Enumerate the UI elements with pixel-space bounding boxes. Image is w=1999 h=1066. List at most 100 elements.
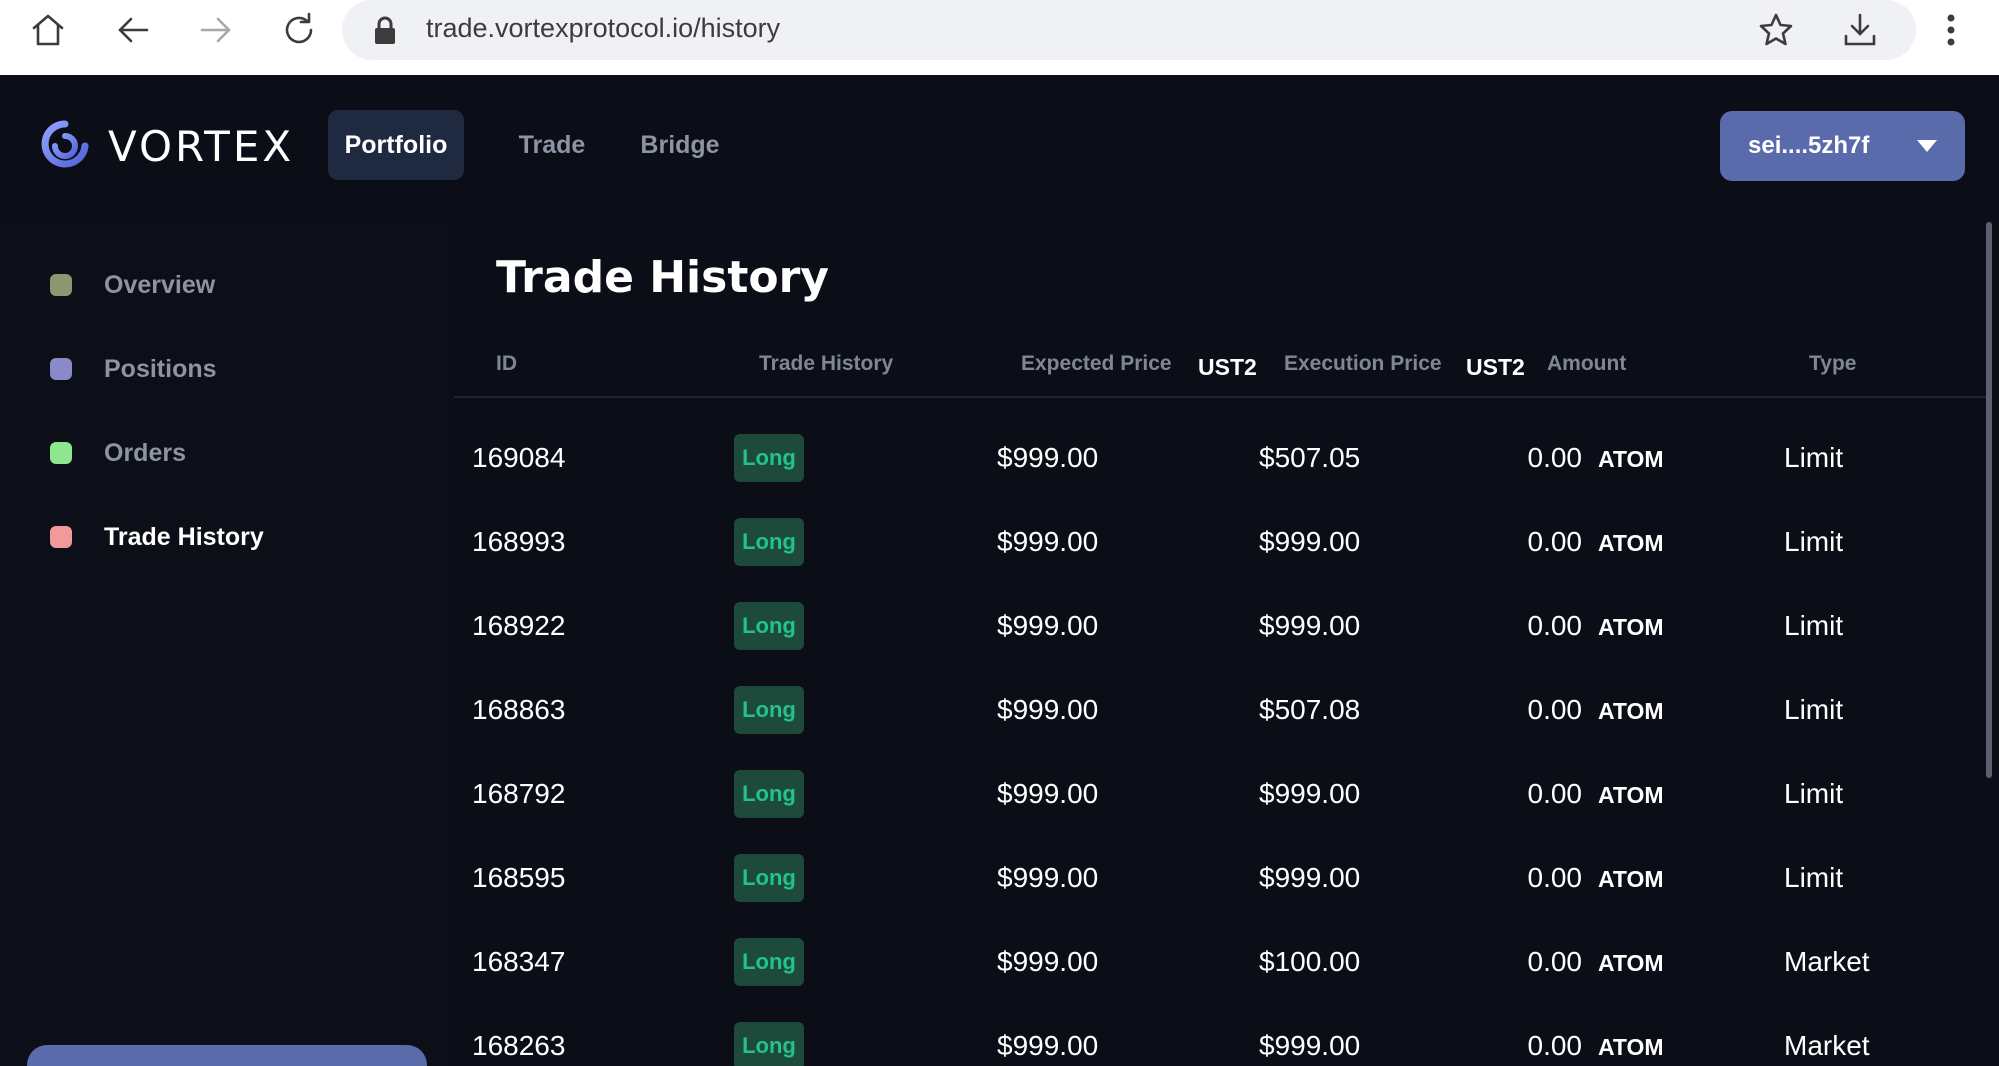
trade-id: 168863 bbox=[472, 694, 566, 725]
expected-price: $999.00 bbox=[997, 778, 1099, 809]
amount-value: 0.00 bbox=[1527, 442, 1583, 473]
order-type: Limit bbox=[1784, 610, 1844, 641]
table-row[interactable]: 168263 Long $999.00 $999.00 0.00 ATOM Market bbox=[454, 1006, 1986, 1066]
side-badge: Long bbox=[734, 518, 804, 566]
table-row[interactable]: 168595 Long $999.00 $999.00 0.00 ATOM Limit bbox=[454, 838, 1986, 922]
trade-id: 169084 bbox=[472, 442, 566, 473]
download-icon[interactable] bbox=[1834, 4, 1886, 56]
execution-price: $999.00 bbox=[1259, 526, 1361, 557]
positions-dot-icon bbox=[50, 358, 72, 380]
expected-price: $999.00 bbox=[997, 946, 1099, 977]
sidebar-item-label: Trade History bbox=[104, 522, 264, 551]
order-type: Limit bbox=[1784, 862, 1844, 893]
column-header-execution-price: Execution Price bbox=[1284, 352, 1442, 375]
sidebar-bottom-button[interactable] bbox=[27, 1045, 427, 1066]
column-header-expected-price: Expected Price bbox=[1021, 352, 1172, 375]
expected-price: $999.00 bbox=[997, 1030, 1099, 1061]
expected-price: $999.00 bbox=[997, 442, 1099, 473]
execution-price: $507.05 bbox=[1259, 442, 1361, 473]
forward-icon[interactable] bbox=[190, 4, 242, 56]
order-type: Limit bbox=[1784, 694, 1844, 725]
order-type: Limit bbox=[1784, 526, 1844, 557]
order-type: Market bbox=[1784, 946, 1870, 977]
amount-unit: ATOM bbox=[1598, 530, 1664, 556]
wallet-address: sei....5zh7f bbox=[1748, 132, 1870, 159]
reload-icon[interactable] bbox=[274, 4, 326, 56]
execution-price: $999.00 bbox=[1259, 778, 1361, 809]
sidebar-item-label: Overview bbox=[104, 270, 216, 299]
side-badge: Long bbox=[734, 938, 804, 986]
amount-unit: ATOM bbox=[1598, 614, 1664, 640]
sidebar-item-trade-history[interactable]: Trade History bbox=[50, 517, 264, 557]
expected-price: $999.00 bbox=[997, 610, 1099, 641]
order-type: Market bbox=[1784, 1030, 1870, 1061]
order-type: Limit bbox=[1784, 778, 1844, 809]
order-type: Limit bbox=[1784, 442, 1844, 473]
expected-price: $999.00 bbox=[997, 694, 1099, 725]
side-badge: Long bbox=[734, 1022, 804, 1066]
wallet-button[interactable]: sei....5zh7f bbox=[1720, 111, 1965, 181]
trade-id: 168922 bbox=[472, 610, 566, 641]
browser-toolbar: trade.vortexprotocol.io/history bbox=[0, 0, 1999, 75]
trade-id: 168792 bbox=[472, 778, 566, 809]
amount-value: 0.00 bbox=[1527, 1030, 1583, 1061]
address-bar[interactable]: trade.vortexprotocol.io/history bbox=[342, 0, 1916, 60]
sidebar-item-label: Positions bbox=[104, 354, 217, 383]
amount-value: 0.00 bbox=[1527, 694, 1583, 725]
amount-value: 0.00 bbox=[1527, 610, 1583, 641]
home-icon[interactable] bbox=[22, 4, 74, 56]
table-row[interactable]: 168863 Long $999.00 $507.08 0.00 ATOM Limit bbox=[454, 670, 1986, 754]
url-text[interactable]: trade.vortexprotocol.io/history bbox=[426, 13, 780, 44]
page-title: Trade History bbox=[496, 252, 829, 303]
amount-unit: ATOM bbox=[1598, 698, 1664, 724]
column-header-execution-unit: UST2 bbox=[1466, 354, 1525, 380]
column-header-amount: Amount bbox=[1547, 352, 1627, 375]
header-divider bbox=[454, 396, 1986, 398]
sidebar-item-overview[interactable]: Overview bbox=[50, 265, 215, 305]
trade-id: 168595 bbox=[472, 862, 566, 893]
column-header-type: Type bbox=[1809, 352, 1857, 375]
side-badge: Long bbox=[734, 770, 804, 818]
table-row[interactable]: 169084 Long $999.00 $507.05 0.00 ATOM Limit bbox=[454, 418, 1986, 502]
execution-price: $999.00 bbox=[1259, 610, 1361, 641]
side-badge: Long bbox=[734, 434, 804, 482]
column-header-trade-history: Trade History bbox=[759, 352, 894, 375]
orders-dot-icon bbox=[50, 442, 72, 464]
table-row[interactable]: 168792 Long $999.00 $999.00 0.00 ATOM Limit bbox=[454, 754, 1986, 838]
tab-bridge[interactable]: Bridge bbox=[630, 110, 730, 180]
trade-id: 168993 bbox=[472, 526, 566, 557]
more-vert-icon[interactable] bbox=[1925, 4, 1977, 56]
sidebar-item-label: Orders bbox=[104, 438, 186, 467]
amount-value: 0.00 bbox=[1527, 778, 1583, 809]
column-header-id: ID bbox=[496, 352, 517, 375]
side-badge: Long bbox=[734, 854, 804, 902]
amount-unit: ATOM bbox=[1598, 866, 1664, 892]
table-row[interactable]: 168347 Long $999.00 $100.00 0.00 ATOM Market bbox=[454, 922, 1986, 1006]
expected-price: $999.00 bbox=[997, 862, 1099, 893]
sidebar-item-orders[interactable]: Orders bbox=[50, 433, 186, 473]
amount-unit: ATOM bbox=[1598, 782, 1664, 808]
execution-price: $507.08 bbox=[1259, 694, 1361, 725]
amount-value: 0.00 bbox=[1527, 862, 1583, 893]
amount-unit: ATOM bbox=[1598, 950, 1664, 976]
scrollbar[interactable] bbox=[1986, 222, 1992, 778]
amount-unit: ATOM bbox=[1598, 446, 1664, 472]
back-icon[interactable] bbox=[107, 4, 159, 56]
star-icon[interactable] bbox=[1750, 4, 1802, 56]
table-row[interactable]: 168922 Long $999.00 $999.00 0.00 ATOM Limit bbox=[454, 586, 1986, 670]
lock-icon bbox=[370, 14, 400, 46]
vortex-logo-icon bbox=[40, 118, 90, 174]
side-badge: Long bbox=[734, 602, 804, 650]
column-header-expected-unit: UST2 bbox=[1198, 354, 1257, 380]
execution-price: $100.00 bbox=[1259, 946, 1361, 977]
trade-id: 168347 bbox=[472, 946, 566, 977]
amount-value: 0.00 bbox=[1527, 526, 1583, 557]
chevron-down-icon bbox=[1917, 140, 1937, 152]
table-row[interactable]: 168993 Long $999.00 $999.00 0.00 ATOM Limit bbox=[454, 502, 1986, 586]
execution-price: $999.00 bbox=[1259, 862, 1361, 893]
sidebar-item-positions[interactable]: Positions bbox=[50, 349, 217, 389]
tab-trade[interactable]: Trade bbox=[502, 110, 602, 180]
overview-dot-icon bbox=[50, 274, 72, 296]
tab-portfolio[interactable]: Portfolio bbox=[328, 110, 464, 180]
amount-value: 0.00 bbox=[1527, 946, 1583, 977]
